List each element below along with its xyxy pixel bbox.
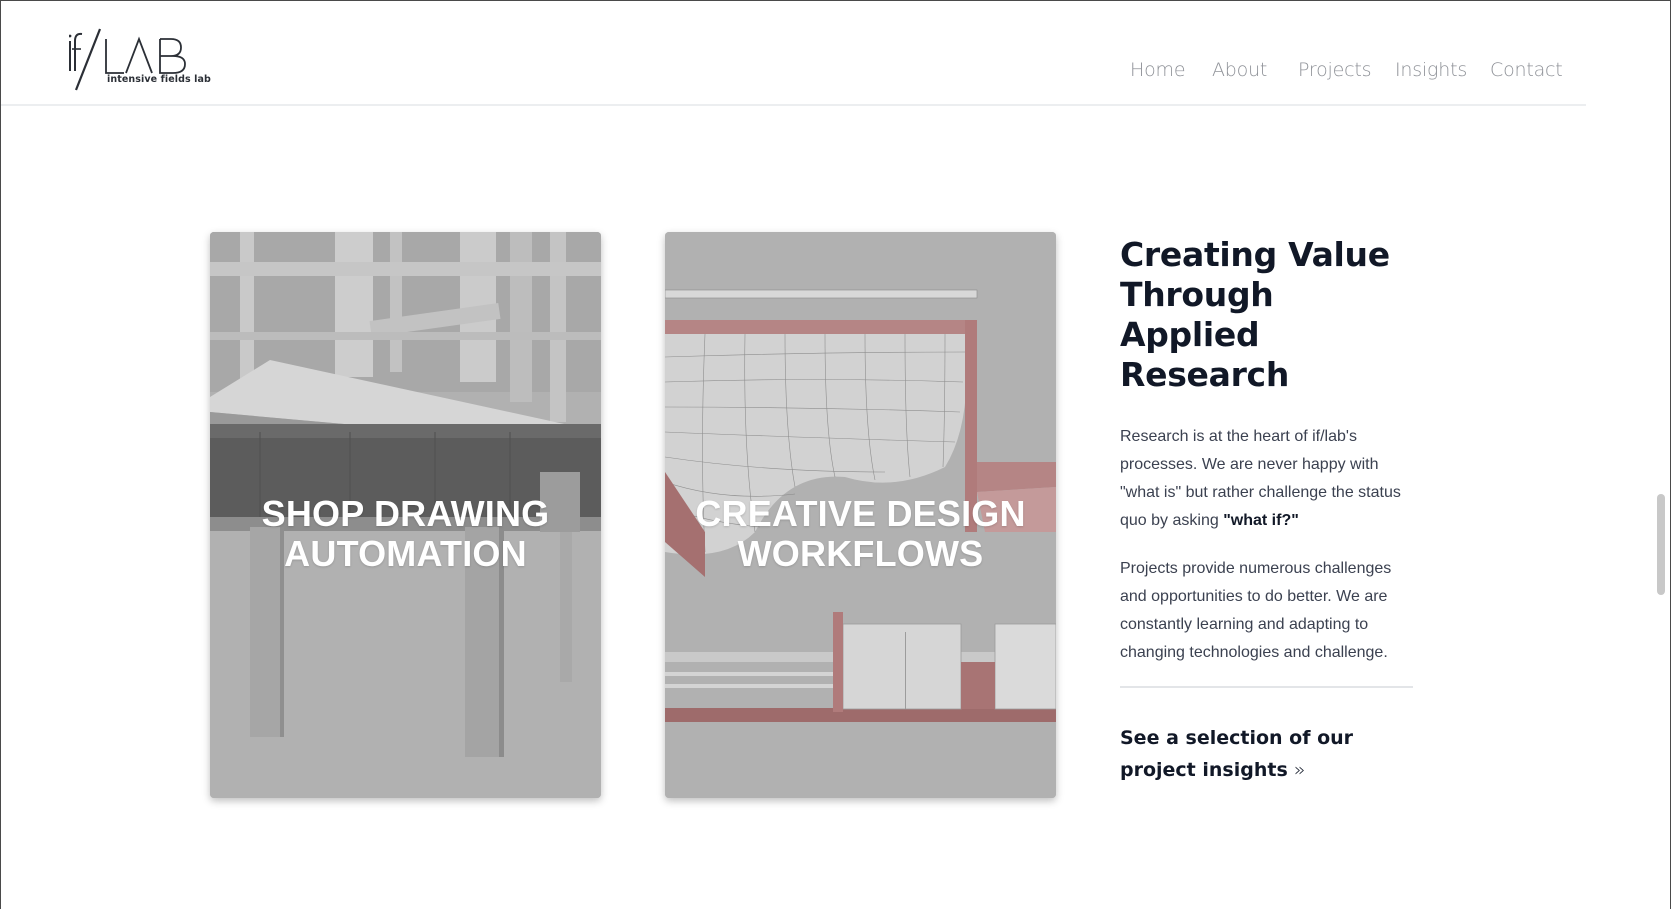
card-title-line: WORKFLOWS — [737, 533, 984, 574]
card-title-line: AUTOMATION — [284, 533, 527, 574]
nav-projects[interactable]: Projects — [1298, 59, 1372, 81]
header-divider — [1, 104, 1586, 106]
site-logo[interactable]: intensive fields lab — [68, 27, 211, 93]
research-paragraph: Research is at the heart of if/lab's pro… — [1120, 423, 1410, 535]
card-title: SHOP DRAWING AUTOMATION — [210, 494, 601, 574]
nav-contact[interactable]: Contact — [1490, 59, 1563, 81]
card-shop-drawing-automation[interactable]: SHOP DRAWING AUTOMATION — [210, 232, 601, 798]
nav-about[interactable]: About — [1212, 59, 1267, 81]
double-chevron-right-icon: » — [1293, 759, 1306, 781]
what-if-emphasis: "what if?" — [1223, 512, 1299, 529]
site-header: intensive fields lab Home About Projects… — [1, 1, 1670, 106]
scrollbar-thumb[interactable] — [1657, 494, 1665, 595]
nav-home[interactable]: Home — [1130, 59, 1186, 81]
card-title-line: SHOP DRAWING — [261, 493, 550, 534]
section-divider — [1120, 686, 1413, 688]
projects-paragraph: Projects provide numerous challenges and… — [1120, 560, 1392, 661]
cta-label: See a selection of our project insights — [1120, 727, 1354, 781]
page-scrollbar[interactable] — [1655, 1, 1669, 909]
logo-tagline: intensive fields lab — [107, 74, 211, 85]
card-creative-design-workflows[interactable]: CREATIVE DESIGN WORKFLOWS — [665, 232, 1056, 798]
card-title: CREATIVE DESIGN WORKFLOWS — [665, 494, 1056, 574]
nav-insights[interactable]: Insights — [1395, 59, 1467, 81]
page: intensive fields lab Home About Projects… — [0, 0, 1671, 909]
project-insights-link[interactable]: See a selection of our project insights» — [1120, 722, 1410, 786]
card-title-line: CREATIVE DESIGN — [695, 493, 1026, 534]
research-section: Creating Value Through Applied Research … — [1120, 235, 1420, 786]
section-heading: Creating Value Through Applied Research — [1120, 235, 1390, 394]
